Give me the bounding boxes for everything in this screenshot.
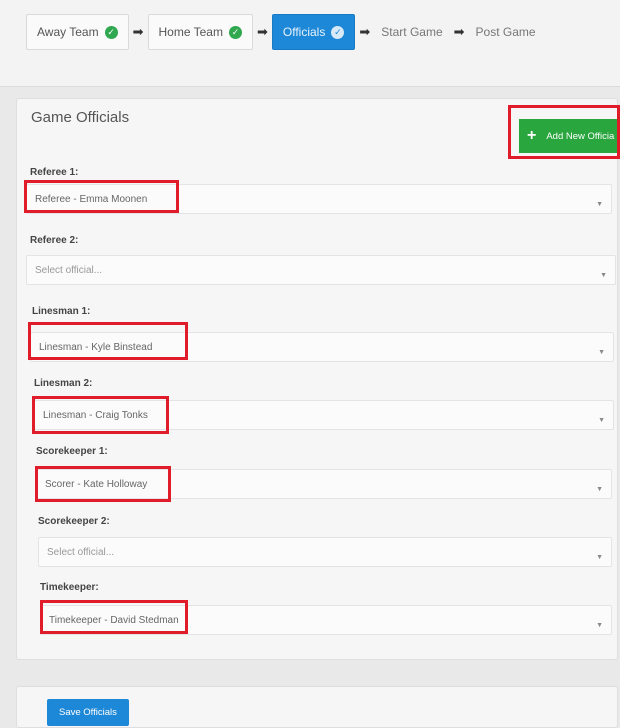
caret-down-icon: ▼: [596, 554, 603, 561]
footer-panel: Save Officials: [16, 686, 618, 728]
wizard-bar: Away Team ✓ ➡ Home Team ✓ ➡ Officials ✓ …: [0, 0, 620, 87]
step-post-game[interactable]: Post Game: [469, 14, 543, 50]
referee-1-label: Referee 1:: [30, 167, 79, 178]
referee-2-select[interactable]: Select official... ▼: [26, 255, 616, 285]
highlight-linesman-2: [32, 396, 169, 434]
arrow-right-icon: ➡: [256, 24, 268, 39]
highlight-scorekeeper-1: [35, 466, 171, 502]
caret-down-icon: ▼: [596, 201, 603, 208]
step-label: Home Team: [158, 25, 223, 39]
linesman-1-label: Linesman 1:: [32, 306, 91, 317]
check-icon: ✓: [331, 25, 345, 39]
scorekeeper-1-label: Scorekeeper 1:: [36, 446, 108, 457]
arrow-right-icon: ➡: [359, 24, 371, 39]
scorekeeper-2-label: Scorekeeper 2:: [38, 516, 110, 527]
wizard-steps: Away Team ✓ ➡ Home Team ✓ ➡ Officials ✓ …: [26, 14, 543, 50]
referee-2-label: Referee 2:: [30, 235, 79, 246]
step-label: Officials: [282, 25, 326, 39]
highlight-referee-1: [24, 180, 179, 213]
check-icon: ✓: [228, 25, 242, 39]
step-label: Post Game: [475, 25, 536, 39]
step-home-team[interactable]: Home Team ✓: [147, 14, 253, 50]
referee-2-value: Select official...: [35, 264, 103, 276]
arrow-right-icon: ➡: [453, 24, 465, 39]
caret-down-icon: ▼: [598, 349, 605, 356]
caret-down-icon: ▼: [596, 486, 603, 493]
check-icon: ✓: [104, 25, 118, 39]
caret-down-icon: ▼: [600, 272, 607, 279]
step-label: Away Team: [37, 25, 99, 39]
arrow-right-icon: ➡: [132, 24, 144, 39]
step-officials[interactable]: Officials ✓: [271, 14, 356, 50]
timekeeper-label: Timekeeper:: [40, 582, 99, 593]
step-label: Start Game: [381, 25, 443, 39]
scorekeeper-2-select[interactable]: Select official... ▼: [38, 537, 612, 567]
save-officials-button[interactable]: Save Officials: [47, 699, 129, 726]
panel-title: Game Officials: [31, 109, 130, 126]
highlight-timekeeper: [40, 600, 188, 634]
step-start-game[interactable]: Start Game: [374, 14, 449, 50]
caret-down-icon: ▼: [598, 417, 605, 424]
scorekeeper-2-value: Select official...: [47, 546, 115, 558]
step-away-team[interactable]: Away Team ✓: [26, 14, 129, 50]
highlight-add-button: [508, 105, 620, 159]
caret-down-icon: ▼: [596, 622, 603, 629]
highlight-linesman-1: [28, 322, 188, 360]
linesman-2-label: Linesman 2:: [34, 378, 93, 389]
